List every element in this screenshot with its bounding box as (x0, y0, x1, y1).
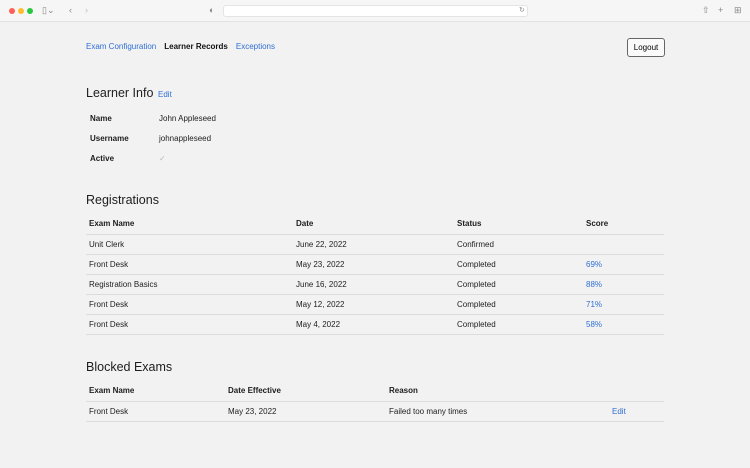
logout-button[interactable]: Logout (627, 38, 665, 57)
minimize-window-icon[interactable] (18, 8, 24, 14)
date: May 4, 2022 (293, 314, 454, 335)
field-value: John Appleseed (159, 114, 216, 123)
exam-name: Front Desk (86, 314, 293, 335)
score[interactable]: 69% (583, 254, 664, 275)
forward-icon[interactable]: › (85, 5, 88, 15)
date: June 16, 2022 (293, 274, 454, 295)
score (583, 234, 664, 255)
tabs-icon[interactable]: ⊞ (734, 5, 742, 16)
column-header: Exam Name (86, 214, 293, 235)
nav-exam-configuration[interactable]: Exam Configuration (86, 42, 156, 51)
registrations-table: Exam Name Date Status Score Unit Clerk Ju… (86, 214, 664, 335)
exam-name: Registration Basics (86, 274, 293, 295)
exam-name: Front Desk (86, 254, 293, 275)
browser-toolbar: ▯⌄ ‹ › ◐ ↻ ⇧ + ⊞ (0, 0, 750, 22)
table-row: Front Desk May 23, 2022 Failed too many … (86, 401, 664, 422)
field-value: johnappleseed (159, 134, 212, 143)
blocked-exams-title: Blocked Exams (86, 360, 173, 374)
status: Completed (454, 314, 583, 335)
sidebar-icon[interactable]: ▯⌄ (42, 5, 55, 16)
exam-name: Front Desk (86, 401, 225, 422)
date: May 23, 2022 (293, 254, 454, 275)
edit-learner-link[interactable]: Edit (158, 90, 172, 99)
score[interactable]: 58% (583, 314, 664, 335)
table-row: Front Desk May 12, 2022 Completed 71% (86, 294, 664, 315)
exam-name: Unit Clerk (86, 234, 293, 255)
registrations-title: Registrations (86, 193, 159, 207)
reload-icon[interactable]: ↻ (519, 6, 525, 14)
share-icon[interactable]: ⇧ (702, 5, 710, 16)
status: Completed (454, 254, 583, 275)
field-label: Active (90, 154, 115, 163)
column-header: Date (293, 214, 454, 235)
new-tab-icon[interactable]: + (718, 5, 723, 15)
column-header (609, 381, 664, 402)
edit-blocked-exam-link[interactable]: Edit (612, 407, 626, 416)
status: Completed (454, 274, 583, 295)
column-header: Reason (386, 381, 609, 402)
table-row: Front Desk May 4, 2022 Completed 58% (86, 314, 664, 335)
status: Completed (454, 294, 583, 315)
check-icon: ✓ (159, 154, 166, 163)
column-header: Date Effective (225, 381, 386, 402)
close-window-icon[interactable] (9, 8, 15, 14)
field-name: Name John Appleseed (90, 114, 216, 123)
reason: Failed too many times (386, 401, 609, 422)
status: Confirmed (454, 234, 583, 255)
score[interactable]: 71% (583, 294, 664, 315)
field-label: Name (90, 114, 112, 123)
column-header: Score (583, 214, 664, 235)
nav-exceptions[interactable]: Exceptions (236, 42, 275, 51)
field-active: Active ✓ (90, 154, 166, 163)
table-header: Exam Name Date Effective Reason (86, 381, 664, 402)
exam-name: Front Desk (86, 294, 293, 315)
table-row: Front Desk May 23, 2022 Completed 69% (86, 254, 664, 275)
table-header: Exam Name Date Status Score (86, 214, 664, 235)
learner-info-title: Learner Info (86, 86, 154, 100)
column-header: Exam Name (86, 381, 225, 402)
table-row: Registration Basics June 16, 2022 Complete… (86, 274, 664, 295)
shield-icon: ◐ (209, 5, 215, 15)
field-label: Username (90, 134, 129, 143)
address-bar[interactable]: ↻ (223, 5, 528, 17)
date-effective: May 23, 2022 (225, 401, 386, 422)
back-icon[interactable]: ‹ (69, 5, 72, 15)
blocked-exams-table: Exam Name Date Effective Reason Front De… (86, 381, 664, 422)
date: June 22, 2022 (293, 234, 454, 255)
field-username: Username johnappleseed (90, 134, 211, 143)
column-header: Status (454, 214, 583, 235)
nav-learner-records[interactable]: Learner Records (164, 42, 228, 51)
top-nav: Exam Configuration Learner Records Excep… (86, 42, 275, 51)
maximize-window-icon[interactable] (27, 8, 33, 14)
date: May 12, 2022 (293, 294, 454, 315)
score[interactable]: 88% (583, 274, 664, 295)
table-row: Unit Clerk June 22, 2022 Confirmed (86, 234, 664, 255)
